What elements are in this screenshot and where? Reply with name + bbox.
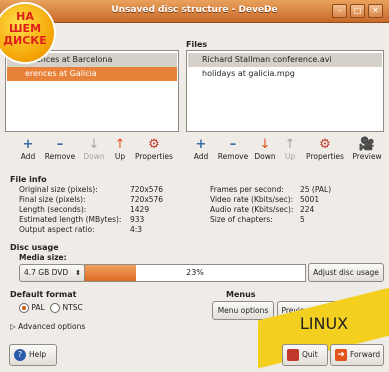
disc-usage-percent: 23% (186, 268, 204, 277)
preview-button[interactable]: 🎥 Preview (348, 137, 386, 162)
info-value: 224 (300, 205, 315, 214)
info-value: 4:3 (130, 225, 143, 234)
list-item[interactable]: Richard Stallman conference.avi (188, 53, 382, 67)
info-value: 5001 (300, 195, 320, 204)
close-button[interactable]: ✕ (368, 4, 383, 18)
chevron-updown-icon: ⬍ (75, 269, 81, 277)
default-format-heading: Default format (10, 290, 77, 299)
info-value: 720x576 (130, 185, 164, 194)
help-icon: ? (14, 349, 26, 361)
list-item[interactable]: erences at Galicia (7, 67, 177, 81)
info-value: 25 (PAL) (300, 185, 332, 194)
properties-icon: ⚙ (148, 137, 160, 152)
titles-list[interactable]: ferences at Barcelona erences at Galicia (5, 50, 179, 132)
format-radios: PAL NTSC (19, 303, 83, 313)
linux-banner-text: LINUX (299, 314, 349, 333)
advanced-options-label: Advanced options (18, 322, 86, 331)
files-list[interactable]: Richard Stallman conference.avi holidays… (186, 50, 384, 132)
info-value: 933 (130, 215, 145, 224)
window-titlebar: Unsaved disc structure - DeveDe – □ ✕ (0, 0, 389, 23)
forward-button[interactable]: ➜ Forward (330, 344, 384, 366)
window-title: Unsaved disc structure - DeveDe (111, 5, 278, 15)
remove-icon: – (56, 137, 64, 152)
help-button[interactable]: ? Help (9, 344, 57, 366)
help-label: Help (29, 350, 47, 359)
info-label: Length (seconds): (19, 205, 87, 214)
ntsc-radio[interactable] (50, 303, 61, 313)
pal-label: PAL (31, 303, 45, 312)
minimize-button[interactable]: – (332, 4, 347, 18)
disc-usage-heading: Disc usage (10, 243, 59, 252)
media-size-label: Media size: (19, 253, 67, 262)
quit-icon (287, 349, 299, 361)
info-label: Estimated length (MBytes): (19, 215, 122, 224)
media-size-value: 4.7 GB DVD (24, 268, 69, 277)
badge-line-1: НА (16, 10, 34, 23)
maximize-button[interactable]: □ (350, 4, 365, 18)
file-properties-button[interactable]: ⚙ Properties (302, 137, 348, 162)
menus-heading: Menus (226, 290, 256, 299)
file-info-left-values: 720x576 720x576 1429 933 4:3 (130, 185, 163, 235)
disc-usage-progress: 23% (84, 264, 306, 282)
info-label: Video rate (Kbits/sec): (210, 195, 294, 204)
info-label: Original size (pixels): (19, 185, 98, 194)
advanced-options-expander[interactable]: ▷ Advanced options (10, 322, 85, 331)
info-label: Final size (pixels): (19, 195, 86, 204)
info-value: 5 (300, 215, 305, 224)
pal-radio[interactable] (19, 303, 29, 313)
adjust-disc-usage-button[interactable]: Adjust disc usage (308, 263, 384, 282)
info-label: Frames per second: (210, 185, 284, 194)
file-info-left-labels: Original size (pixels): Final size (pixe… (19, 185, 121, 235)
properties-icon: ⚙ (319, 137, 331, 152)
info-value: 1429 (130, 205, 150, 214)
ntsc-label: NTSC (62, 303, 83, 312)
file-info-right-values: 25 (PAL) 5001 224 5 (300, 185, 331, 225)
title-properties-button[interactable]: ⚙ Properties (131, 137, 177, 162)
remove-title-button[interactable]: – Remove (41, 137, 79, 162)
quit-label: Quit (302, 350, 318, 359)
info-value: 720x576 (130, 195, 164, 204)
preview-icon: 🎥 (358, 137, 376, 152)
forward-arrow-icon: ➜ (335, 349, 347, 361)
file-info-right-labels: Frames per second: Video rate (Kbits/sec… (210, 185, 293, 225)
info-label: Size of chapters: (210, 215, 273, 224)
quit-button[interactable]: Quit (282, 344, 328, 366)
info-label: Output aspect ratio: (19, 225, 95, 234)
window-controls: – □ ✕ (332, 4, 383, 18)
media-size-select[interactable]: 4.7 GB DVD ⬍ (19, 264, 85, 282)
triangle-right-icon: ▷ (10, 322, 16, 331)
info-label: Audio rate (Kbits/sec): (210, 205, 294, 214)
badge-line-2: ДИСКЕ (3, 34, 47, 47)
files-heading: Files (186, 40, 208, 49)
forward-label: Forward (350, 350, 381, 359)
file-info-heading: File info (10, 175, 47, 184)
badge-line-3: ШЕМ (8, 22, 42, 35)
list-item[interactable]: holidays at galicia.mpg (188, 67, 382, 81)
